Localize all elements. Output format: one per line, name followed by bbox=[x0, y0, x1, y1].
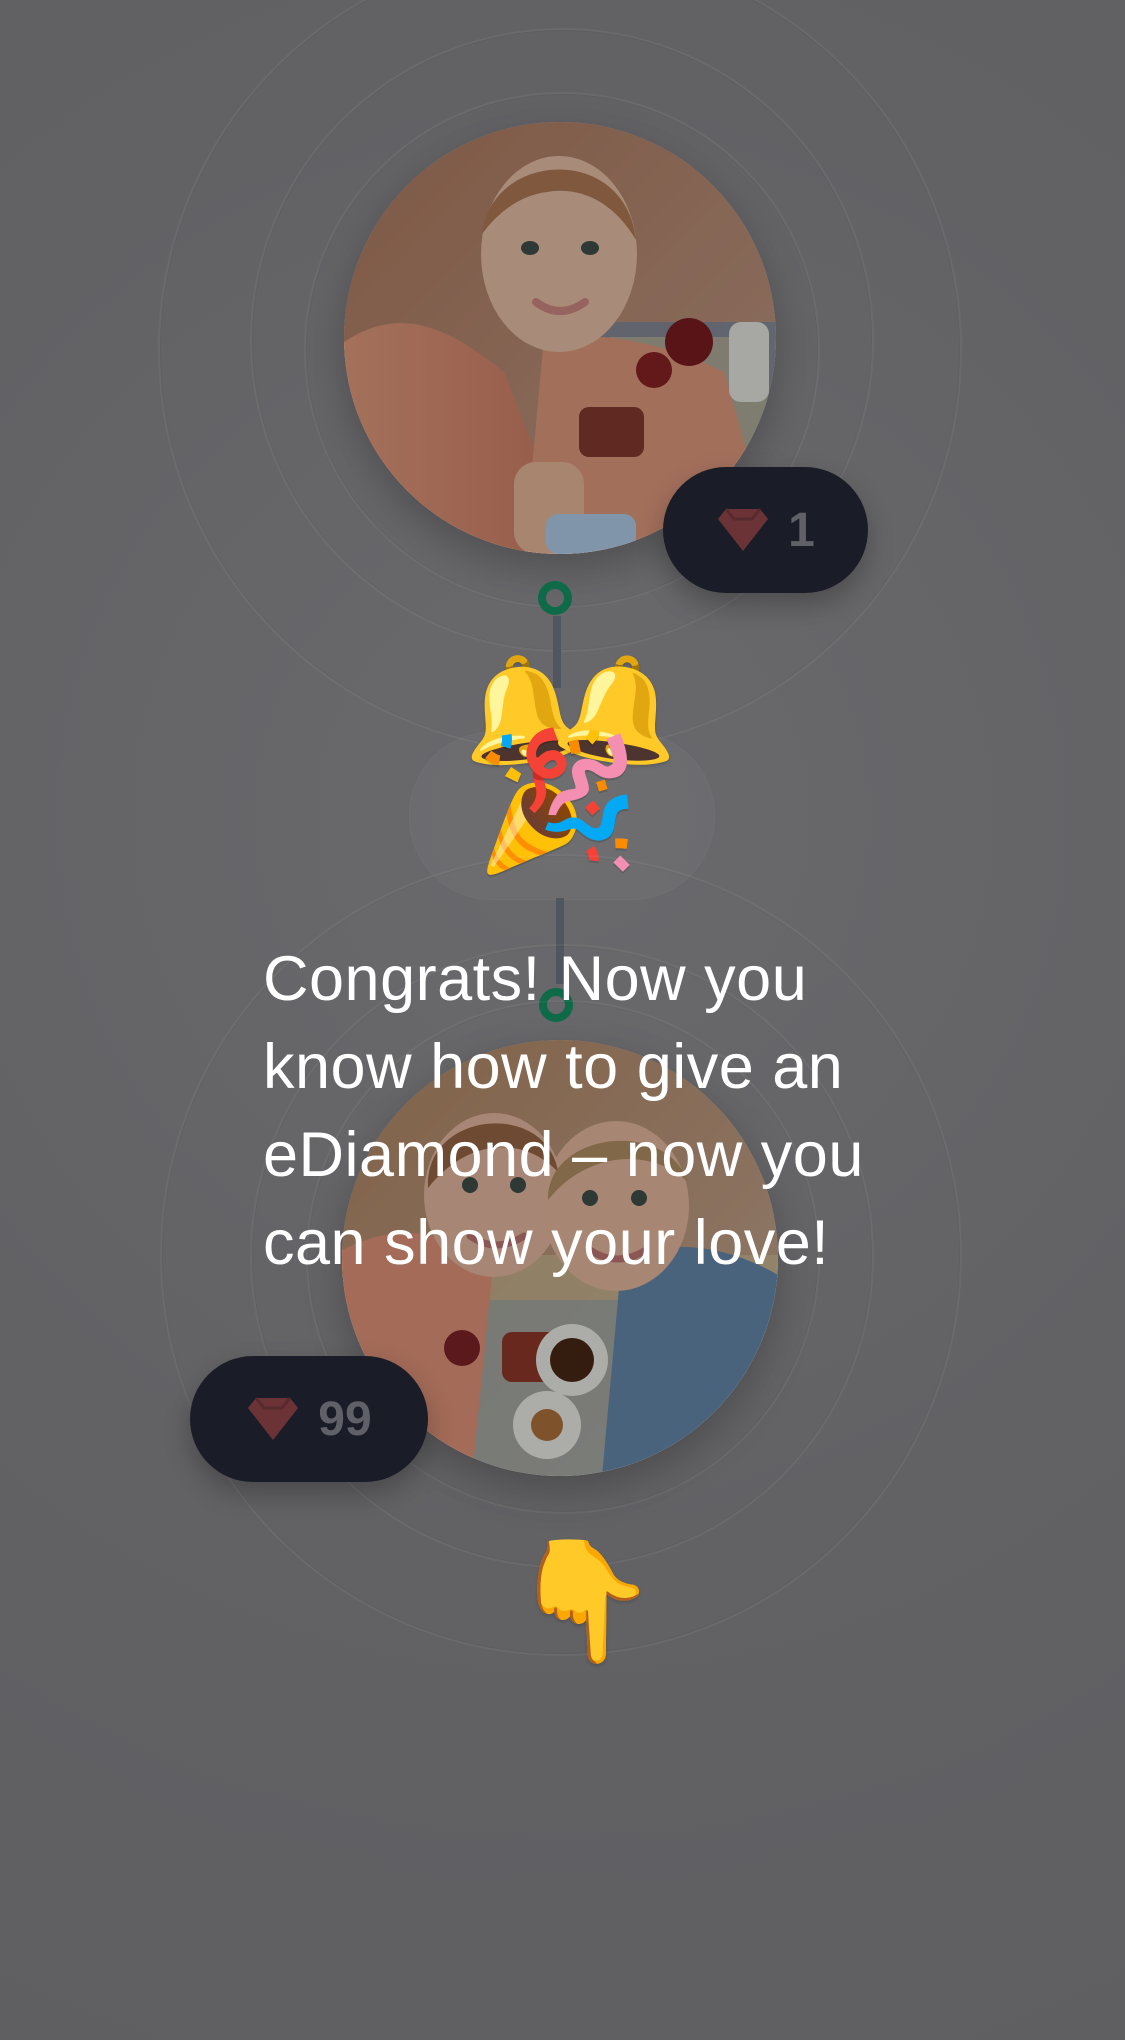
top-diamond-badge[interactable]: 1 bbox=[663, 467, 868, 593]
diamond-icon bbox=[718, 508, 769, 551]
pointing-down-hand-icon: 👇 bbox=[511, 1535, 658, 1667]
bottom-diamond-badge[interactable]: 99 bbox=[190, 1356, 428, 1482]
diamond-icon bbox=[248, 1397, 299, 1440]
top-connector-dot bbox=[538, 581, 572, 615]
congrats-message: Congrats! Now you know how to give an eD… bbox=[263, 944, 864, 1278]
top-diamond-count: 1 bbox=[788, 503, 815, 557]
bottom-diamond-count: 99 bbox=[318, 1392, 372, 1446]
party-popper-icon: 🎉 bbox=[474, 727, 641, 876]
onboarding-overlay: 1 🔔 🔔 🎉 99 Congrats! Now you know how to… bbox=[0, 0, 1125, 2040]
